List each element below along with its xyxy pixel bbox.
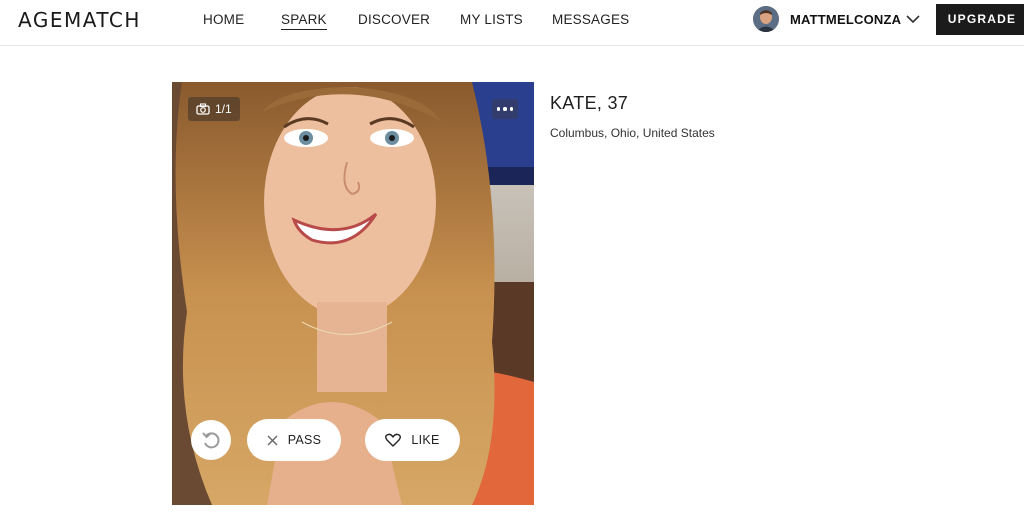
pass-button[interactable]: PASS: [247, 419, 341, 461]
profile-photo[interactable]: 1/1 PASS LIKE: [172, 82, 534, 505]
brand-logo[interactable]: AGEMATCH: [18, 8, 141, 32]
close-icon: [267, 435, 278, 445]
nav-home[interactable]: HOME: [203, 12, 244, 27]
profile-location: Columbus, Ohio, United States: [550, 126, 715, 140]
top-navigation-bar: AGEMATCH HOME SPARK DISCOVER MY LISTS ME…: [0, 0, 1024, 46]
camera-icon: [196, 103, 210, 115]
nav-messages[interactable]: MESSAGES: [552, 12, 629, 27]
nav-my-lists[interactable]: MY LISTS: [460, 12, 523, 27]
chevron-down-icon[interactable]: [905, 12, 921, 26]
profile-name-age: KATE, 37: [550, 93, 629, 113]
nav-spark[interactable]: SPARK: [281, 12, 327, 30]
heart-icon: [385, 433, 402, 447]
upgrade-button[interactable]: UPGRADE: [936, 4, 1024, 35]
like-button[interactable]: LIKE: [365, 419, 460, 461]
more-icon[interactable]: [492, 99, 518, 119]
photo-counter: 1/1: [188, 97, 240, 121]
rewind-button[interactable]: [191, 420, 231, 460]
pass-label: PASS: [287, 433, 322, 447]
like-label: LIKE: [411, 433, 440, 447]
username[interactable]: MATTMELCONZA: [790, 12, 901, 27]
photo-counter-text: 1/1: [215, 102, 232, 116]
rewind-icon: [202, 432, 220, 449]
nav-discover[interactable]: DISCOVER: [358, 12, 430, 27]
user-avatar[interactable]: [753, 6, 779, 32]
